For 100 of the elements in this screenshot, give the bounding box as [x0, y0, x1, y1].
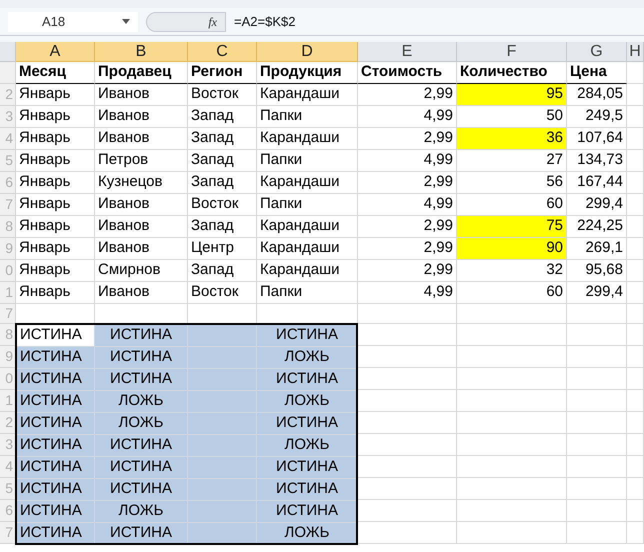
table-cell: 60: [457, 282, 567, 304]
table-cell: 269,1: [567, 238, 627, 260]
row-header[interactable]: 5: [0, 150, 16, 172]
empty-cell: [188, 435, 257, 457]
table-cell: Январь: [16, 260, 95, 282]
row-header[interactable]: 0: [0, 260, 16, 282]
empty-cell: [188, 391, 257, 413]
row-header[interactable]: 2: [0, 412, 16, 434]
column-header[interactable]: H: [627, 42, 644, 62]
table-cell: ИСТИНА: [257, 479, 356, 501]
table-cell: Петров: [95, 150, 188, 172]
select-all-corner[interactable]: [0, 42, 16, 62]
table-cell: Карандаши: [257, 216, 358, 238]
table-cell: ИСТИНА: [17, 391, 95, 413]
empty-cell: [188, 501, 257, 523]
table-cell: Январь: [16, 172, 95, 194]
table-cell: Январь: [16, 238, 95, 260]
table-cell: Январь: [16, 84, 95, 106]
column-header[interactable]: A: [16, 42, 95, 62]
table-cell: ЛОЖЬ: [257, 391, 356, 413]
table-cell: Запад: [188, 128, 257, 150]
table-cell: 90: [457, 238, 567, 260]
dropdown-icon: [122, 19, 130, 24]
table-cell: Январь: [16, 128, 95, 150]
column-header[interactable]: G: [567, 42, 627, 62]
table-cell: ИСТИНА: [17, 347, 95, 369]
column-header[interactable]: D: [257, 42, 358, 62]
row-header[interactable]: 2: [0, 84, 16, 106]
table-cell: Папки: [257, 106, 358, 128]
table-cell: 299,4: [567, 194, 627, 216]
table-cell: Восток: [188, 194, 257, 216]
table-cell: Папки: [257, 282, 358, 304]
row-header[interactable]: 1: [0, 390, 16, 412]
table-cell: ИСТИНА: [17, 435, 95, 457]
table-cell: ИСТИНА: [17, 501, 95, 523]
empty-cell: [188, 457, 257, 479]
row-header[interactable]: 8: [0, 216, 16, 238]
table-cell: ИСТИНА: [257, 325, 356, 347]
table-cell: ИСТИНА: [257, 457, 356, 479]
table-cell: Январь: [16, 282, 95, 304]
table-cell: Запад: [188, 106, 257, 128]
table-cell: 4,99: [358, 194, 457, 216]
row-header[interactable]: 7: [0, 522, 16, 544]
table-cell: Январь: [16, 194, 95, 216]
column-header[interactable]: F: [457, 42, 567, 62]
table-cell: ЛОЖЬ: [257, 435, 356, 457]
column-header[interactable]: E: [358, 42, 457, 62]
column-header[interactable]: B: [95, 42, 188, 62]
table-cell: Запад: [188, 150, 257, 172]
row-header[interactable]: 6: [0, 172, 16, 194]
empty-cell: [188, 369, 257, 391]
table-cell: Центр: [188, 238, 257, 260]
table-cell: 27: [457, 150, 567, 172]
row-header[interactable]: 7: [0, 194, 16, 216]
empty-cell: [188, 479, 257, 501]
table-cell: Иванов: [95, 84, 188, 106]
table-cell: 107,64: [567, 128, 627, 150]
table-cell: ИСТИНА: [257, 501, 356, 523]
table-cell: Январь: [16, 150, 95, 172]
table-cell: ИСТИНА: [257, 413, 356, 435]
row-header[interactable]: 6: [0, 500, 16, 522]
table-cell: Смирнов: [95, 260, 188, 282]
table-cell: 299,4: [567, 282, 627, 304]
row-header[interactable]: 3: [0, 106, 16, 128]
table-cell: Январь: [16, 216, 95, 238]
name-box[interactable]: A18: [8, 12, 138, 32]
formula-field[interactable]: =A2=$K$2: [234, 12, 636, 32]
row-header[interactable]: 4: [0, 456, 16, 478]
table-cell: Папки: [257, 194, 358, 216]
table-cell: Кузнецов: [95, 172, 188, 194]
table-cell: Иванов: [95, 238, 188, 260]
row-header[interactable]: [0, 62, 16, 84]
table-cell: 36: [457, 128, 567, 150]
table-cell: Иванов: [95, 106, 188, 128]
table-cell: ЛОЖЬ: [257, 523, 356, 543]
table-cell: Карандаши: [257, 238, 358, 260]
table-cell: Запад: [188, 260, 257, 282]
row-header[interactable]: 0: [0, 368, 16, 390]
table-cell: Иванов: [95, 216, 188, 238]
table-cell: 32: [457, 260, 567, 282]
table-cell: ИСТИНА: [17, 413, 95, 435]
table-cell: 224,25: [567, 216, 627, 238]
table-cell: 2,99: [358, 172, 457, 194]
row-header[interactable]: 9: [0, 346, 16, 368]
fx-button[interactable]: fx: [146, 12, 226, 32]
row-header[interactable]: 9: [0, 238, 16, 260]
row-header[interactable]: 3: [0, 434, 16, 456]
table-cell: Карандаши: [257, 260, 358, 282]
table-cell: 134,73: [567, 150, 627, 172]
table-cell: 2,99: [358, 260, 457, 282]
column-header[interactable]: C: [188, 42, 257, 62]
row-header[interactable]: 7: [0, 304, 16, 324]
table-cell: 2,99: [358, 128, 457, 150]
table-cell: Восток: [188, 84, 257, 106]
row-header[interactable]: 4: [0, 128, 16, 150]
row-header[interactable]: 5: [0, 478, 16, 500]
table-cell: 2,99: [358, 84, 457, 106]
row-header[interactable]: 8: [0, 324, 16, 346]
row-header[interactable]: 1: [0, 282, 16, 304]
table-cell: Иванов: [95, 128, 188, 150]
